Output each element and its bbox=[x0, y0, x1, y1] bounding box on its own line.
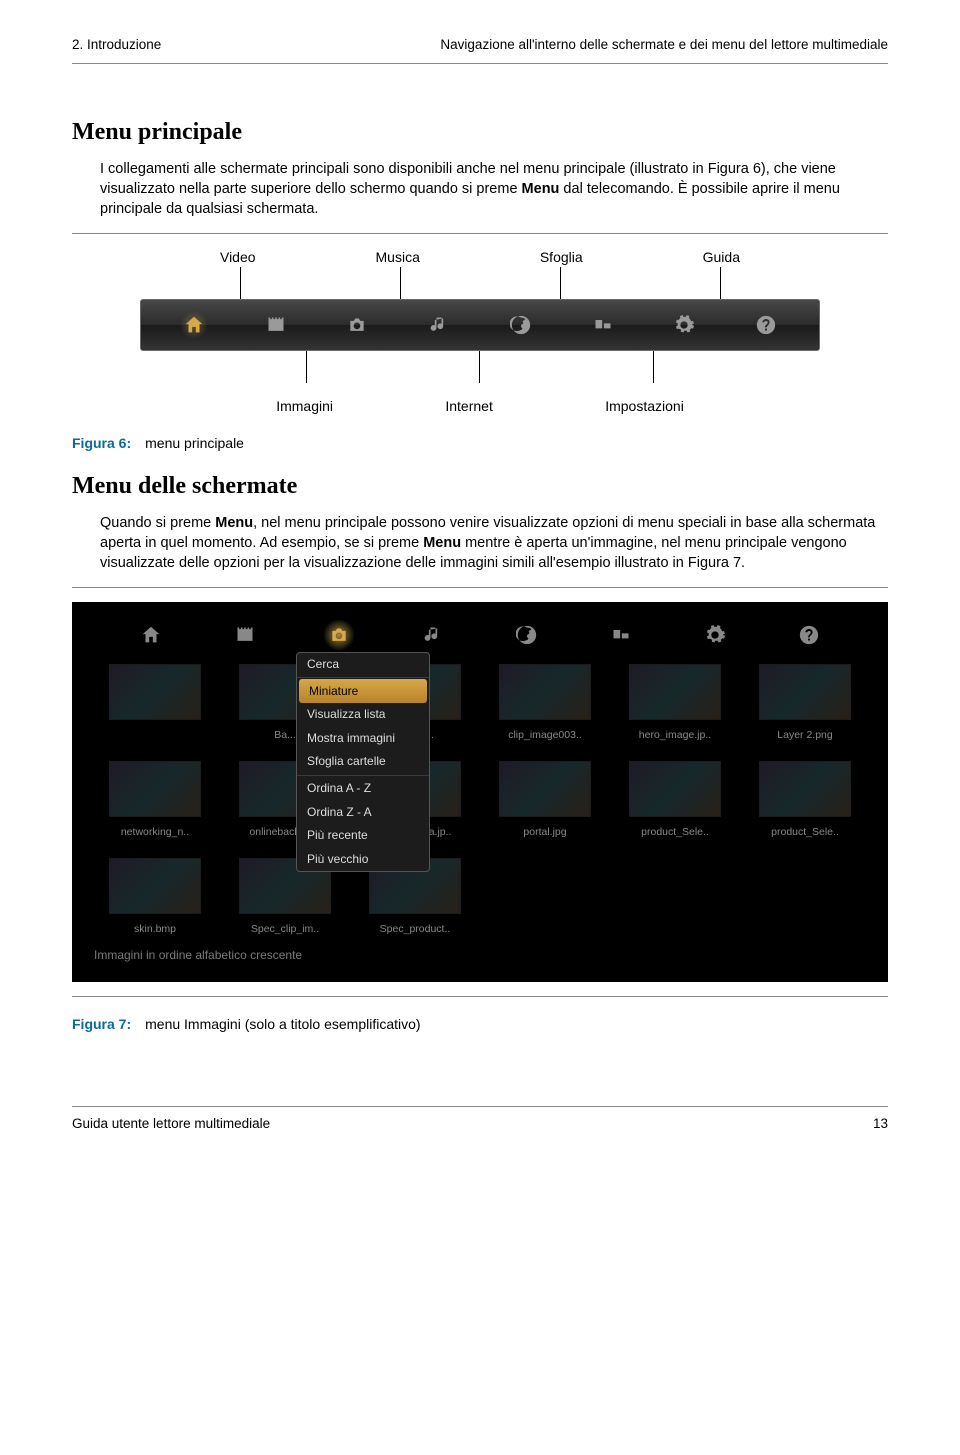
thumbnail-grid: Ba... ...e003.. clip_image003.. hero_ima… bbox=[90, 660, 870, 941]
figure7-caption: Figura 7:menu Immagini (solo a titolo es… bbox=[72, 1015, 888, 1034]
screen-menu-paragraph: Quando si preme Menu, nel menu principal… bbox=[100, 513, 888, 573]
page-footer: Guida utente lettore multimediale 13 bbox=[72, 1106, 888, 1134]
figure6-caption: Figura 6:menu principale bbox=[72, 434, 888, 453]
running-header: 2. Introduzione Navigazione all'interno … bbox=[72, 36, 888, 64]
status-line: Immagini in ordine alfabetico crescente bbox=[90, 947, 870, 964]
music-icon[interactable] bbox=[418, 620, 448, 650]
help-icon[interactable] bbox=[752, 311, 780, 339]
camera-icon[interactable] bbox=[324, 620, 354, 650]
ss2-menu-bar bbox=[90, 620, 870, 660]
menu-labels-top: Video Musica Sfoglia Guida bbox=[160, 248, 800, 267]
camera-icon[interactable] bbox=[343, 311, 371, 339]
main-menu-paragraph: I collegamenti alle schermate principali… bbox=[100, 159, 888, 219]
globe-icon[interactable] bbox=[507, 311, 535, 339]
browse-icon[interactable] bbox=[589, 311, 617, 339]
section-title-main-menu: Menu principale bbox=[72, 116, 888, 149]
video-icon[interactable] bbox=[230, 620, 260, 650]
divider bbox=[72, 233, 888, 234]
menu-bar bbox=[140, 299, 820, 351]
dd-ordina-za[interactable]: Ordina Z - A bbox=[297, 800, 429, 824]
gear-icon[interactable] bbox=[670, 311, 698, 339]
divider bbox=[72, 587, 888, 588]
thumb[interactable] bbox=[96, 664, 214, 741]
dd-sfoglia-cartelle[interactable]: Sfoglia cartelle bbox=[297, 750, 429, 774]
header-title: Navigazione all'interno delle schermate … bbox=[440, 36, 888, 55]
dd-mostra-immagini[interactable]: Mostra immagini bbox=[297, 726, 429, 750]
globe-icon[interactable] bbox=[512, 620, 542, 650]
thumb[interactable]: Layer 2.png bbox=[746, 664, 864, 741]
music-icon[interactable] bbox=[425, 311, 453, 339]
gear-icon[interactable] bbox=[700, 620, 730, 650]
thumb[interactable]: portal.jpg bbox=[486, 761, 604, 838]
divider bbox=[72, 996, 888, 997]
image-context-menu: Cerca Miniature Visualizza lista Mostra … bbox=[296, 652, 430, 872]
dd-visualizza-lista[interactable]: Visualizza lista bbox=[297, 703, 429, 727]
dd-piu-recente[interactable]: Più recente bbox=[297, 824, 429, 848]
footer-page-number: 13 bbox=[873, 1115, 888, 1134]
thumb[interactable]: clip_image003.. bbox=[486, 664, 604, 741]
help-icon[interactable] bbox=[794, 620, 824, 650]
thumb[interactable]: hero_image.jp.. bbox=[616, 664, 734, 741]
home-icon[interactable] bbox=[136, 620, 166, 650]
home-icon[interactable] bbox=[180, 311, 208, 339]
thumb[interactable]: product_Sele.. bbox=[616, 761, 734, 838]
video-icon[interactable] bbox=[262, 311, 290, 339]
section-title-screen-menu: Menu delle schermate bbox=[72, 470, 888, 503]
footer-doc-title: Guida utente lettore multimediale bbox=[72, 1115, 270, 1134]
thumb[interactable]: networking_n.. bbox=[96, 761, 214, 838]
browse-icon[interactable] bbox=[606, 620, 636, 650]
dd-cerca[interactable]: Cerca bbox=[297, 653, 429, 677]
dd-miniature[interactable]: Miniature bbox=[299, 679, 427, 703]
dd-ordina-az[interactable]: Ordina A - Z bbox=[297, 777, 429, 801]
figure7-screenshot: Cerca Miniature Visualizza lista Mostra … bbox=[72, 602, 888, 982]
dd-piu-vecchio[interactable]: Più vecchio bbox=[297, 847, 429, 871]
thumb[interactable]: skin.bmp bbox=[96, 858, 214, 935]
thumb[interactable]: product_Sele.. bbox=[746, 761, 864, 838]
menu-labels-bottom: Immagini Internet Impostazioni bbox=[220, 397, 740, 416]
header-section: 2. Introduzione bbox=[72, 36, 161, 55]
